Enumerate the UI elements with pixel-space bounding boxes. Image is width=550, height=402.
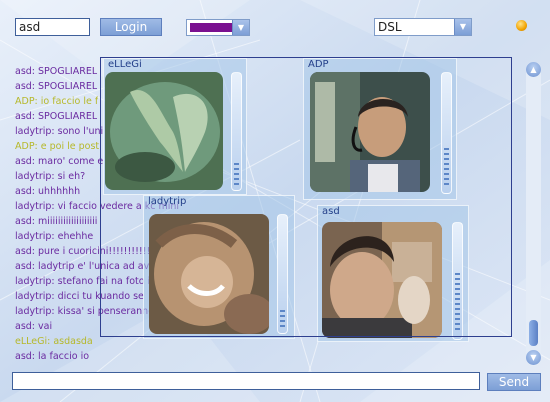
- chat-message: ladytrip: sono l'uni: [15, 126, 104, 137]
- chevron-down-icon[interactable]: ▼: [454, 19, 471, 35]
- message-input[interactable]: [12, 372, 480, 390]
- chat-message: ADP: io faccio le f: [15, 96, 99, 107]
- color-swatch: [190, 23, 232, 32]
- chat-message: asd: SPOGLIAREL: [15, 81, 98, 92]
- login-button[interactable]: Login: [100, 18, 162, 36]
- chat-message: asd: la faccio io: [15, 351, 90, 362]
- chat-message: asd: maro' come e: [15, 156, 104, 167]
- connection-value: DSL: [378, 20, 402, 34]
- chevron-down-icon[interactable]: ▼: [232, 20, 249, 35]
- username-input[interactable]: asd: [15, 18, 90, 36]
- send-button[interactable]: Send: [487, 373, 541, 391]
- chat-message: eLLeGi: asdasda: [15, 336, 93, 347]
- connection-select[interactable]: DSL ▼: [374, 18, 472, 36]
- chat-message: asd: SPOGLIAREL: [15, 66, 98, 77]
- chat-message: asd: uhhhhhh: [15, 186, 81, 197]
- arrow-up-icon[interactable]: ▲: [526, 62, 541, 77]
- chat-message: asd: miiiiiiiiiiiiiiiiiii: [15, 216, 98, 227]
- scrollbar-thumb[interactable]: [529, 320, 538, 346]
- chat-message: ladytrip: si eh?: [15, 171, 86, 182]
- status-indicator-icon: [516, 20, 527, 31]
- chat-message: ADP: e poi le post: [15, 141, 100, 152]
- arrow-down-icon[interactable]: ▼: [526, 350, 541, 365]
- chat-message: asd: vai: [15, 321, 53, 332]
- top-toolbar: asd Login ▼ DSL ▼: [0, 0, 550, 40]
- video-chat-app: asd Login ▼ DSL ▼ asd: SPOGLIAREL asd: S…: [0, 0, 550, 402]
- video-area-frame: [100, 57, 512, 337]
- chat-scrollbar[interactable]: ▲ ▼: [526, 62, 541, 366]
- chat-message: ladytrip: ehehhe: [15, 231, 94, 242]
- text-color-select[interactable]: ▼: [186, 19, 250, 36]
- chat-message: asd: SPOGLIAREL: [15, 111, 98, 122]
